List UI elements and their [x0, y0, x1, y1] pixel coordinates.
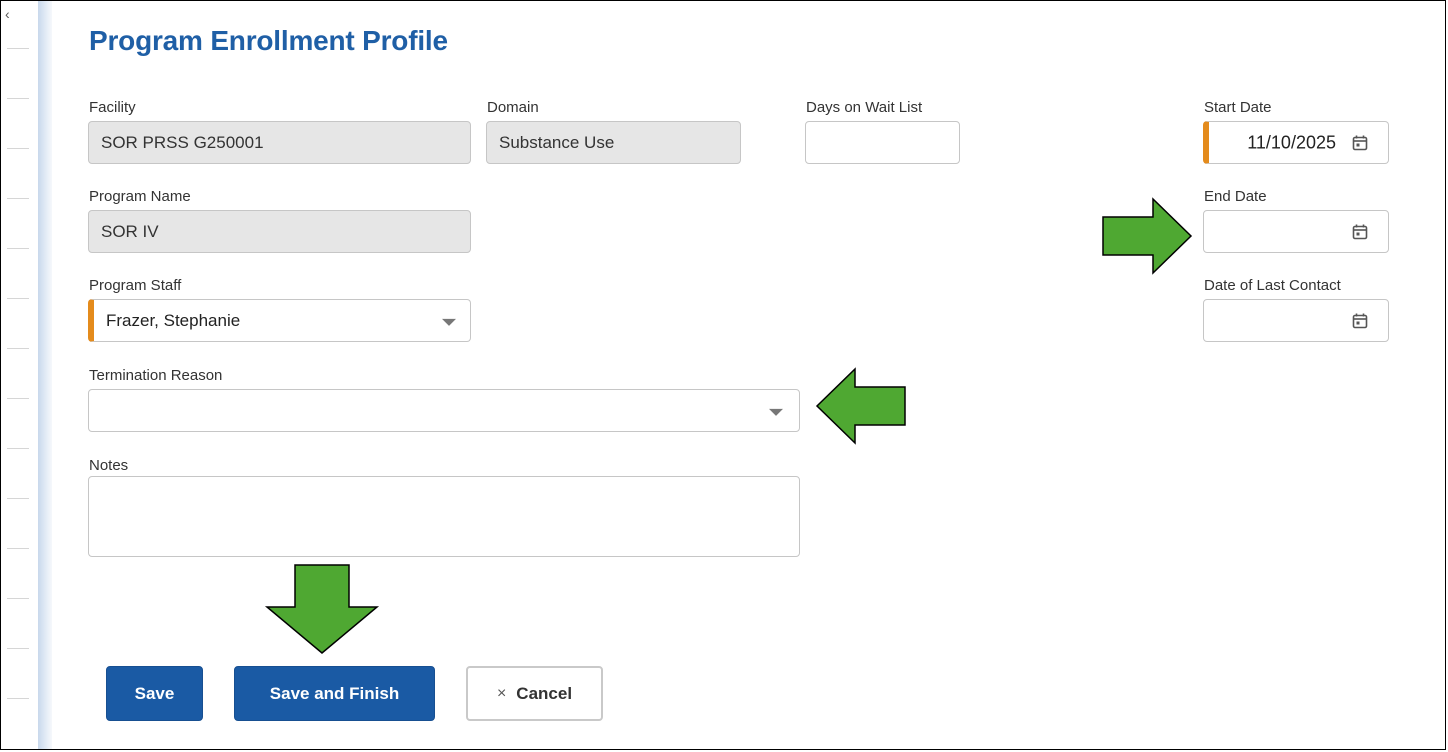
arrow-icon — [1102, 197, 1193, 275]
save-and-finish-button-label: Save and Finish — [269, 683, 400, 703]
facility-field: SOR PRSS G250001 — [88, 121, 471, 164]
sidebar-divider — [7, 248, 29, 249]
notes-textarea[interactable] — [88, 476, 800, 557]
days-on-wait-list-input[interactable] — [805, 121, 960, 164]
date-of-last-contact-label: Date of Last Contact — [1204, 277, 1341, 294]
cancel-button[interactable]: × Cancel — [466, 666, 603, 721]
program-name-label: Program Name — [89, 188, 191, 205]
sidebar-divider — [7, 648, 29, 649]
chevron-down-icon[interactable] — [442, 318, 456, 326]
sidebar-divider — [7, 448, 29, 449]
save-button[interactable]: Save — [106, 666, 203, 721]
program-name-field: SOR IV — [88, 210, 471, 253]
program-staff-select[interactable]: Frazer, Stephanie — [88, 299, 471, 342]
sidebar-divider — [7, 298, 29, 299]
arrow-icon — [264, 564, 380, 654]
domain-value: Substance Use — [499, 132, 615, 152]
facility-label: Facility — [89, 99, 136, 116]
end-date-input[interactable] — [1203, 210, 1389, 253]
start-date-input[interactable]: 11/10/2025 — [1203, 121, 1389, 164]
facility-value: SOR PRSS G250001 — [101, 132, 264, 152]
program-staff-label: Program Staff — [89, 277, 182, 294]
program-staff-value: Frazer, Stephanie — [106, 310, 241, 330]
sidebar-divider — [7, 698, 29, 699]
save-and-finish-button[interactable]: Save and Finish — [234, 666, 435, 721]
chevron-down-icon[interactable] — [769, 408, 783, 416]
sidebar-divider — [7, 198, 29, 199]
notes-label: Notes — [89, 457, 129, 474]
sidebar-divider — [7, 98, 29, 99]
calendar-icon[interactable] — [1352, 313, 1368, 329]
date-of-last-contact-input[interactable] — [1203, 299, 1389, 342]
calendar-icon[interactable] — [1352, 135, 1368, 151]
cancel-button-label: Cancel — [516, 683, 573, 703]
arrow-icon — [815, 367, 906, 445]
termination-reason-select[interactable] — [88, 389, 800, 432]
sidebar-divider — [7, 598, 29, 599]
app-frame: ‹ Program Enrollment Profile Facility SO… — [0, 0, 1446, 750]
panel-divider[interactable] — [38, 1, 52, 749]
sidebar-divider — [7, 498, 29, 499]
start-date-value: 11/10/2025 — [1247, 132, 1336, 152]
page-title: Program Enrollment Profile — [89, 25, 448, 56]
save-button-label: Save — [134, 683, 175, 703]
sidebar-divider — [7, 48, 29, 49]
termination-reason-label: Termination Reason — [89, 367, 223, 384]
sidebar-divider — [7, 348, 29, 349]
chevron-left-icon[interactable]: ‹ — [5, 7, 10, 21]
start-date-label: Start Date — [1204, 99, 1272, 116]
domain-field: Substance Use — [486, 121, 741, 164]
domain-label: Domain — [487, 99, 539, 116]
sidebar-divider — [7, 398, 29, 399]
close-icon: × — [496, 684, 507, 702]
end-date-label: End Date — [1204, 188, 1267, 205]
program-name-value: SOR IV — [101, 221, 159, 241]
left-sidebar: ‹ — [1, 1, 31, 749]
days-on-wait-list-label: Days on Wait List — [806, 99, 923, 116]
calendar-icon[interactable] — [1352, 224, 1368, 240]
sidebar-divider — [7, 548, 29, 549]
sidebar-divider — [7, 148, 29, 149]
